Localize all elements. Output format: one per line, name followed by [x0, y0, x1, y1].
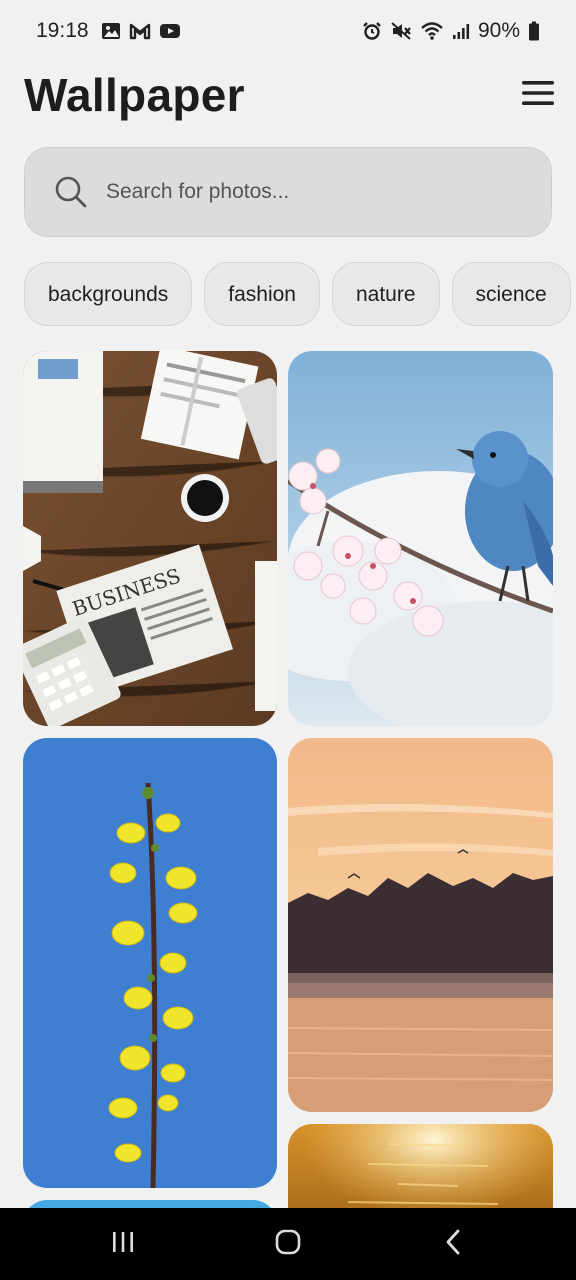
alarm-icon: [362, 21, 382, 41]
chip-fashion[interactable]: fashion: [204, 262, 320, 326]
business-desk-photo[interactable]: BUSINESS: [23, 351, 277, 726]
search-icon: [54, 175, 88, 209]
chip-nature[interactable]: nature: [331, 262, 440, 326]
gmail-icon: [129, 22, 151, 40]
back-icon: [442, 1228, 464, 1261]
menu-button[interactable]: [520, 77, 556, 113]
app-header: Wallpaper: [24, 62, 556, 128]
category-chips: backgrounds fashion nature science: [24, 262, 576, 328]
home-button[interactable]: [258, 1214, 318, 1274]
battery-icon: [528, 21, 540, 41]
chip-backgrounds[interactable]: backgrounds: [24, 262, 193, 326]
wallpaper-app-screen: 19:18 90% Wallpaper Search for photos...…: [0, 0, 576, 1280]
sunset-lake-photo[interactable]: [288, 738, 553, 1112]
status-time: 19:18: [36, 19, 89, 42]
navigation-bar: [0, 1208, 576, 1280]
back-button[interactable]: [423, 1214, 483, 1274]
recent-apps-button[interactable]: [93, 1214, 153, 1274]
status-left: 19:18: [36, 19, 181, 43]
youtube-icon: [159, 22, 181, 40]
chip-science[interactable]: science: [451, 262, 571, 326]
page-title: Wallpaper: [24, 69, 245, 121]
home-icon: [274, 1228, 302, 1261]
wifi-icon: [420, 21, 444, 41]
search-input[interactable]: [104, 179, 508, 205]
gallery-icon: [101, 22, 121, 40]
search-bar[interactable]: [24, 147, 552, 237]
status-bar: 19:18 90%: [0, 0, 576, 62]
recent-apps-icon: [110, 1229, 136, 1260]
blue-bird-blossom-photo[interactable]: [288, 351, 553, 726]
status-right: 90%: [362, 19, 540, 43]
yellow-flower-branch-photo[interactable]: [23, 738, 277, 1188]
hamburger-menu-icon: [521, 79, 555, 112]
signal-icon: [452, 22, 470, 40]
battery-percent: 90%: [477, 19, 520, 42]
mute-icon: [390, 21, 412, 41]
